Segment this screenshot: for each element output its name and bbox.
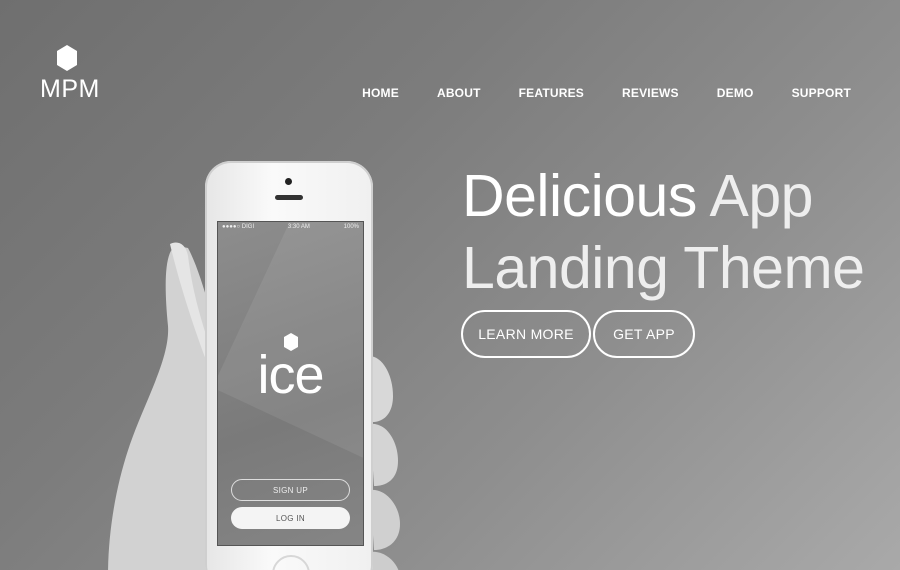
- hero-title-light: App: [709, 163, 814, 229]
- nav-support[interactable]: SUPPORT: [792, 86, 851, 100]
- nav-demo[interactable]: DEMO: [717, 86, 754, 100]
- phone-speaker: [275, 195, 303, 200]
- phone-home-button: [272, 555, 310, 570]
- phone-screen: ●●●●○ DIGI 3:30 AM 100% ice SIGN UP LOG …: [217, 221, 364, 546]
- hero-title-strong: Delicious: [462, 163, 697, 229]
- sign-up-button[interactable]: SIGN UP: [231, 479, 350, 501]
- learn-more-button[interactable]: LEARN MORE: [461, 310, 591, 358]
- nav-reviews[interactable]: REVIEWS: [622, 86, 679, 100]
- app-name: ice: [257, 345, 324, 405]
- nav-home[interactable]: HOME: [362, 86, 399, 100]
- hero-title: Delicious App Landing Theme: [462, 160, 865, 304]
- phone-mockup: ●●●●○ DIGI 3:30 AM 100% ice SIGN UP LOG …: [205, 161, 373, 570]
- nav-about[interactable]: ABOUT: [437, 86, 481, 100]
- phone-status-bar: ●●●●○ DIGI 3:30 AM 100%: [218, 222, 363, 234]
- time-text: 3:30 AM: [287, 224, 310, 230]
- hero-title-line-1: Delicious App: [462, 160, 864, 232]
- hero-title-line-2: Landing Theme: [462, 235, 865, 301]
- nav-features[interactable]: FEATURES: [519, 86, 584, 100]
- get-app-button[interactable]: GET APP: [593, 310, 695, 358]
- carrier-text: ●●●●○ DIGI: [222, 224, 255, 230]
- brand-name: MPM: [40, 75, 100, 103]
- phone-camera: [285, 178, 292, 185]
- brand-logo[interactable]: MPM: [40, 44, 100, 103]
- main-nav: HOME ABOUT FEATURES REVIEWS DEMO SUPPORT: [324, 86, 851, 100]
- log-in-button[interactable]: LOG IN: [231, 507, 350, 529]
- landing-page: MPM HOME ABOUT FEATURES REVIEWS DEMO SUP…: [0, 0, 900, 570]
- hexagon-icon: [57, 45, 77, 71]
- app-logo: ice: [218, 332, 363, 405]
- hero-buttons: LEARN MORE GET APP: [461, 310, 695, 358]
- battery-text: 100%: [343, 224, 359, 230]
